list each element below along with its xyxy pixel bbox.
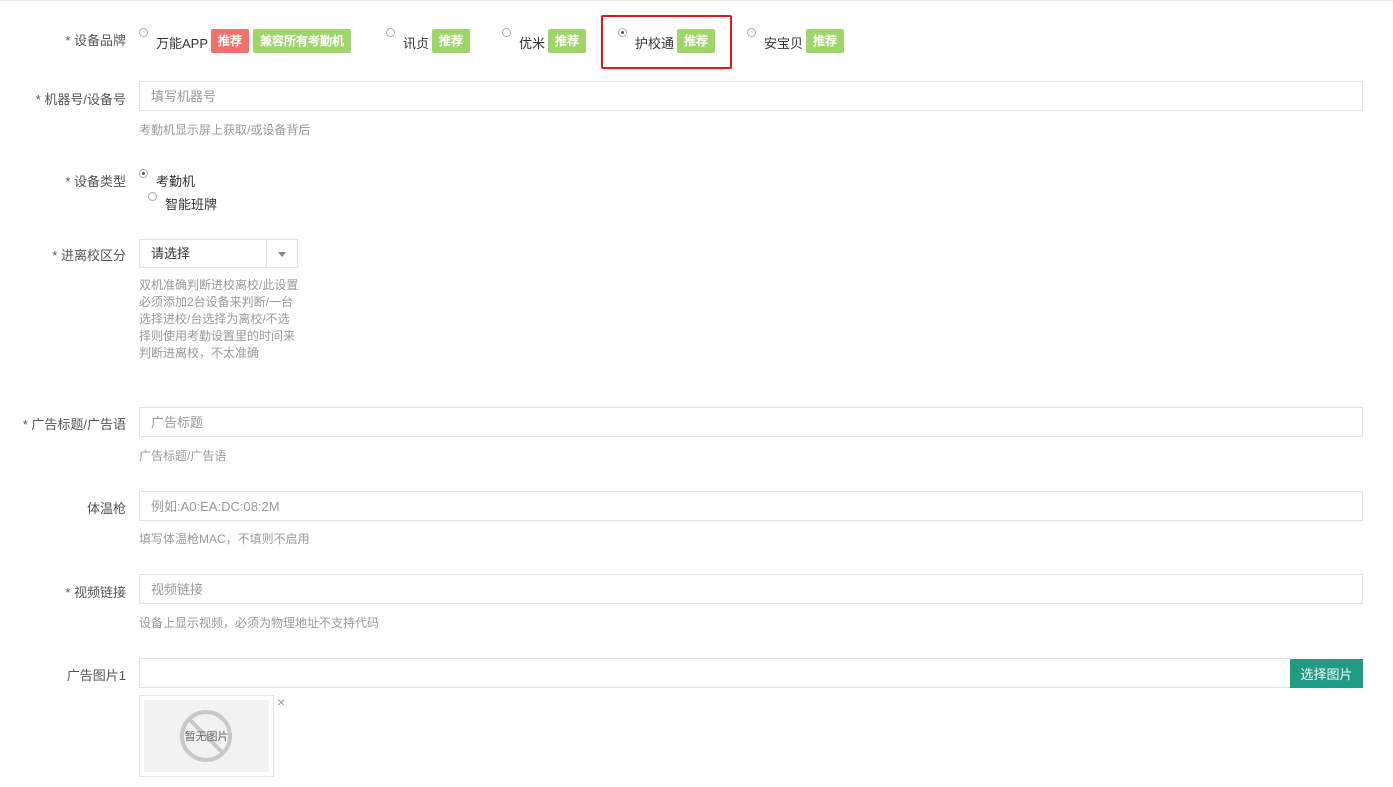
ad-title-help: 广告标题/广告语	[139, 449, 227, 463]
thermometer-label: 体温枪	[86, 501, 126, 516]
campus-help: 双机准确判断进校离校/此设置必须添加2台设备来判断/一台选择进校/台选择为离校/…	[139, 278, 299, 360]
machine-label: * 机器号/设备号	[35, 92, 126, 107]
radio-xunzhen[interactable]	[386, 28, 395, 37]
brand-name-wanneng: 万能APP	[156, 36, 209, 51]
compatible-badge: 兼容所有考勤机	[253, 29, 352, 53]
thermometer-help: 填写体温枪MAC，不填则不启用	[139, 532, 310, 546]
caret-down-icon[interactable]	[266, 240, 297, 267]
no-image-placeholder: 暂无图片	[144, 700, 269, 772]
radio-wanneng[interactable]	[139, 28, 148, 37]
radio-attendance[interactable]	[139, 169, 148, 178]
brand-option-wanneng[interactable]: 万能APP 推荐 兼容所有考勤机	[139, 28, 352, 53]
recommend-badge: 推荐	[211, 29, 250, 53]
device-type-smartboard-label: 智能班牌	[165, 197, 218, 212]
device-type-attendance-label: 考勤机	[156, 174, 196, 189]
ad-title-label: * 广告标题/广告语	[22, 417, 126, 432]
radio-youmi[interactable]	[502, 28, 511, 37]
ad-image-path-input[interactable]	[139, 658, 1291, 688]
device-type-attendance-option[interactable]: 考勤机	[139, 169, 195, 190]
brand-label: * 设备品牌	[65, 33, 126, 48]
brand-name-youmi: 优米	[519, 36, 546, 51]
recommend-badge: 推荐	[432, 29, 471, 53]
radio-smartboard[interactable]	[148, 192, 157, 201]
brand-name-anbaobei: 安宝贝	[764, 36, 804, 51]
brand-name-xunzhen: 讯贞	[403, 36, 430, 51]
select-image-button[interactable]: 选择图片	[1290, 659, 1363, 688]
campus-direction-select[interactable]: 请选择	[139, 239, 298, 268]
ad-image-label: 广告图片1	[66, 668, 126, 683]
recommend-badge: 推荐	[806, 29, 845, 53]
selection-highlight-box	[601, 15, 732, 69]
machine-help: 考勤机显示屏上获取/或设备背后	[139, 123, 311, 137]
ad-title-input[interactable]	[139, 407, 1363, 437]
device-type-label: * 设备类型	[65, 174, 126, 189]
campus-select-value: 请选择	[151, 246, 191, 261]
video-help: 设备上显示视频，必须为物理地址不支持代码	[139, 616, 380, 630]
brand-option-anbaobei[interactable]: 安宝贝 推荐	[747, 28, 845, 53]
brand-option-youmi[interactable]: 优米 推荐	[502, 28, 587, 53]
video-label: * 视频链接	[65, 585, 126, 600]
brand-option-xunzhen[interactable]: 讯贞 推荐	[386, 28, 471, 53]
machine-number-input[interactable]	[139, 81, 1363, 111]
ad-image-preview: 暂无图片	[139, 695, 274, 777]
video-link-input[interactable]	[139, 574, 1363, 604]
radio-anbaobei[interactable]	[747, 28, 756, 37]
remove-image-icon[interactable]: ×	[277, 695, 285, 709]
recommend-badge: 推荐	[548, 29, 587, 53]
campus-label: * 进离校区分	[52, 248, 126, 263]
thermometer-mac-input[interactable]	[139, 491, 1363, 521]
device-type-smartboard-option[interactable]: 智能班牌	[148, 192, 217, 213]
no-image-text: 暂无图片	[184, 731, 229, 743]
